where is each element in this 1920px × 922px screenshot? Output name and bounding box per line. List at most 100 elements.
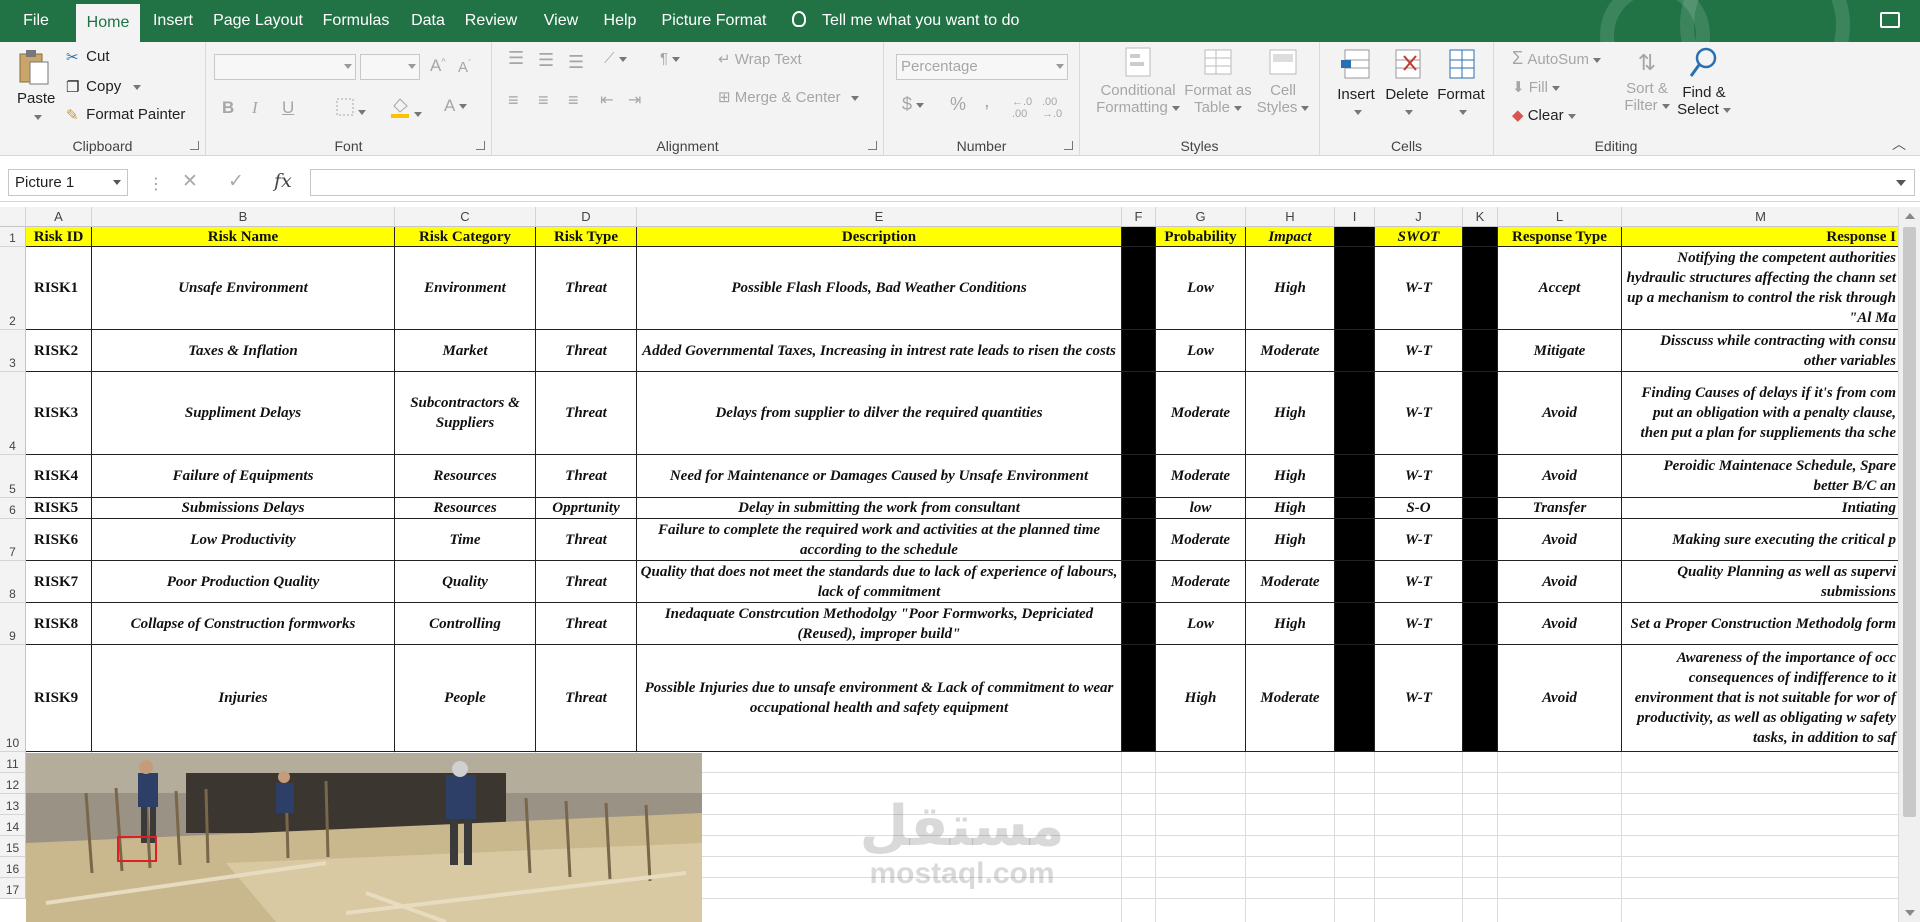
risk-cell-response-type[interactable]: Avoid (1498, 519, 1622, 561)
column-header-m[interactable]: M (1622, 207, 1900, 227)
risk-cell-swot[interactable]: W-T (1375, 645, 1463, 752)
risk-cell-probability[interactable]: Moderate (1156, 455, 1246, 498)
tab-page-layout[interactable]: Page Layout (212, 0, 304, 42)
risk-cell-probability[interactable]: Low (1156, 330, 1246, 372)
alignment-launcher-icon[interactable] (868, 141, 877, 150)
risk-cell-id[interactable]: RISK4 (26, 455, 92, 498)
separator-cell[interactable] (1463, 519, 1498, 561)
risk-cell-probability[interactable]: low (1156, 498, 1246, 519)
risk-cell-type[interactable]: Threat (536, 519, 637, 561)
header-cell-description[interactable]: Description (637, 227, 1122, 247)
row-header-1[interactable]: 1 (0, 227, 26, 247)
decrease-indent-icon[interactable]: ⇤ (600, 90, 613, 110)
wrap-text-button[interactable]: ↵ Wrap Text (718, 50, 802, 68)
header-cell-impact[interactable]: Impact (1246, 227, 1335, 247)
tab-view[interactable]: View (534, 0, 588, 42)
formula-input[interactable] (310, 169, 1915, 196)
column-header-k[interactable]: K (1463, 207, 1498, 227)
separator-cell[interactable] (1122, 227, 1156, 247)
column-header-f[interactable]: F (1122, 207, 1156, 227)
separator-cell[interactable] (1335, 603, 1375, 645)
row-header-2[interactable]: 2 (0, 247, 26, 330)
risk-cell-response-type[interactable]: Avoid (1498, 372, 1622, 455)
risk-cell-id[interactable]: RISK1 (26, 247, 92, 330)
column-header-d[interactable]: D (536, 207, 637, 227)
risk-cell-id[interactable]: RISK5 (26, 498, 92, 519)
risk-cell-response[interactable]: Quality Planning as well as supervi subm… (1622, 561, 1900, 603)
risk-cell-response-type[interactable]: Transfer (1498, 498, 1622, 519)
separator-cell[interactable] (1335, 372, 1375, 455)
separator-cell[interactable] (1122, 561, 1156, 603)
risk-cell-response[interactable]: Awareness of the importance of occ conse… (1622, 645, 1900, 752)
header-cell-swot[interactable]: SWOT (1375, 227, 1463, 247)
row-header-17[interactable]: 17 (0, 878, 26, 899)
risk-cell-response[interactable]: Finding Causes of delays if it's from co… (1622, 372, 1900, 455)
risk-cell-probability[interactable]: Low (1156, 247, 1246, 330)
risk-cell-swot[interactable]: W-T (1375, 455, 1463, 498)
format-cells-button[interactable]: Format (1434, 46, 1488, 120)
cut-button[interactable]: ✂ Cut (66, 48, 110, 66)
header-cell-response[interactable]: Response I (1622, 227, 1900, 247)
risk-cell-category[interactable]: Environment (395, 247, 536, 330)
separator-cell[interactable] (1122, 603, 1156, 645)
separator-cell[interactable] (1463, 603, 1498, 645)
fill-color-icon[interactable] (390, 96, 422, 122)
risk-cell-impact[interactable]: Moderate (1246, 645, 1335, 752)
column-header-b[interactable]: B (92, 207, 395, 227)
row-header-16[interactable]: 16 (0, 857, 26, 878)
risk-cell-type[interactable]: Threat (536, 603, 637, 645)
risk-cell-impact[interactable]: Moderate (1246, 330, 1335, 372)
risk-cell-name[interactable]: Suppliment Delays (92, 372, 395, 455)
risk-cell-impact[interactable]: High (1246, 498, 1335, 519)
separator-cell[interactable] (1463, 645, 1498, 752)
separator-cell[interactable] (1335, 561, 1375, 603)
risk-cell-name[interactable]: Submissions Delays (92, 498, 395, 519)
risk-cell-id[interactable]: RISK6 (26, 519, 92, 561)
risk-cell-id[interactable]: RISK7 (26, 561, 92, 603)
risk-cell-response-type[interactable]: Avoid (1498, 455, 1622, 498)
risk-cell-probability[interactable]: Moderate (1156, 372, 1246, 455)
row-header-14[interactable]: 14 (0, 815, 26, 836)
align-top-icon[interactable]: ☰ (508, 48, 524, 69)
tab-formulas[interactable]: Formulas (318, 0, 394, 42)
risk-cell-type[interactable]: Threat (536, 330, 637, 372)
risk-cell-probability[interactable]: Low (1156, 603, 1246, 645)
font-launcher-icon[interactable] (476, 141, 485, 150)
header-cell-risk-type[interactable]: Risk Type (536, 227, 637, 247)
risk-cell-impact[interactable]: High (1246, 519, 1335, 561)
risk-cell-description[interactable]: Inedaquate Constrcution Methodolgy "Poor… (637, 603, 1122, 645)
risk-cell-type[interactable]: Threat (536, 645, 637, 752)
risk-cell-type[interactable]: Threat (536, 561, 637, 603)
separator-cell[interactable] (1122, 372, 1156, 455)
risk-cell-description[interactable]: Quality that does not meet the standards… (637, 561, 1122, 603)
risk-cell-response-type[interactable]: Avoid (1498, 645, 1622, 752)
header-cell-risk-name[interactable]: Risk Name (92, 227, 395, 247)
risk-cell-response-type[interactable]: Avoid (1498, 603, 1622, 645)
column-header-a[interactable]: A (26, 207, 92, 227)
separator-cell[interactable] (1122, 455, 1156, 498)
tell-me-search[interactable]: Tell me what you want to do (792, 0, 1019, 42)
risk-cell-description[interactable]: Delays from supplier to dilver the requi… (637, 372, 1122, 455)
separator-cell[interactable] (1463, 561, 1498, 603)
separator-cell[interactable] (1335, 498, 1375, 519)
risk-cell-description[interactable]: Possible Injuries due to unsafe environm… (637, 645, 1122, 752)
header-cell-risk-category[interactable]: Risk Category (395, 227, 536, 247)
risk-cell-category[interactable]: People (395, 645, 536, 752)
risk-cell-swot[interactable]: W-T (1375, 561, 1463, 603)
clear-button[interactable]: ◆ Clear (1512, 106, 1576, 124)
align-middle-icon[interactable]: ☰ (538, 50, 554, 71)
separator-cell[interactable] (1122, 247, 1156, 330)
risk-cell-impact[interactable]: High (1246, 247, 1335, 330)
risk-cell-category[interactable]: Time (395, 519, 536, 561)
column-header-c[interactable]: C (395, 207, 536, 227)
risk-cell-probability[interactable]: High (1156, 645, 1246, 752)
row-header-5[interactable]: 5 (0, 455, 26, 498)
risk-cell-description[interactable]: Added Governmental Taxes, Increasing in … (637, 330, 1122, 372)
percent-button[interactable]: % (950, 94, 966, 115)
column-header-j[interactable]: J (1375, 207, 1463, 227)
separator-cell[interactable] (1463, 247, 1498, 330)
risk-cell-description[interactable]: Need for Maintenance or Damages Caused b… (637, 455, 1122, 498)
font-color-icon[interactable]: A (444, 96, 468, 116)
risk-cell-name[interactable]: Injuries (92, 645, 395, 752)
increase-indent-icon[interactable]: ⇥ (628, 90, 641, 110)
